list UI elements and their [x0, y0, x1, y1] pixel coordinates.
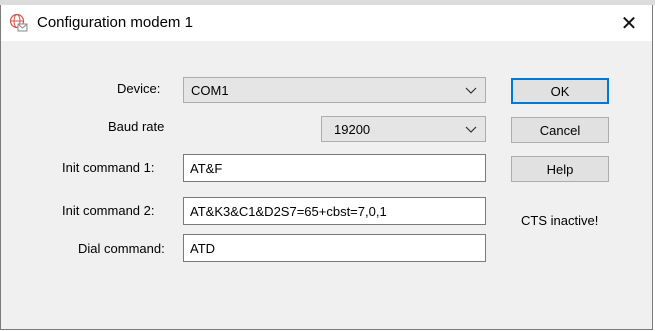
device-value: COM1 [191, 83, 229, 98]
baud-rate-label: Baud rate [108, 119, 165, 134]
cts-status-text: CTS inactive! [521, 213, 599, 228]
init-command-1-label: Init command 1: [62, 160, 155, 175]
baud-rate-select[interactable]: 19200 [321, 116, 486, 142]
dialog-title: Configuration modem 1 [37, 14, 193, 31]
device-label: Device: [117, 81, 161, 96]
cancel-button[interactable]: Cancel [511, 117, 609, 143]
title-bar: Configuration modem 1 ✕ [1, 5, 652, 41]
device-select[interactable]: COM1 [183, 77, 486, 103]
dial-command-label: Dial command: [78, 241, 165, 256]
chevron-down-icon [465, 126, 477, 133]
baud-rate-value: 19200 [334, 122, 371, 137]
dial-command-field[interactable] [183, 234, 486, 262]
chevron-down-icon [465, 87, 477, 94]
close-button[interactable]: ✕ [606, 5, 652, 41]
init-command-1-field[interactable] [183, 154, 486, 182]
close-icon: ✕ [620, 12, 638, 35]
dial-command-input[interactable] [184, 235, 485, 261]
init-command-2-input[interactable] [184, 198, 485, 224]
init-command-2-label: Init command 2: [62, 203, 155, 218]
init-command-2-field[interactable] [183, 197, 486, 225]
config-dialog: Configuration modem 1 ✕ Device: COM1 Bau… [0, 5, 653, 330]
ok-button[interactable]: OK [511, 78, 609, 104]
network-globe-icon [9, 13, 29, 33]
help-button[interactable]: Help [511, 156, 609, 182]
init-command-1-input[interactable] [184, 155, 485, 181]
